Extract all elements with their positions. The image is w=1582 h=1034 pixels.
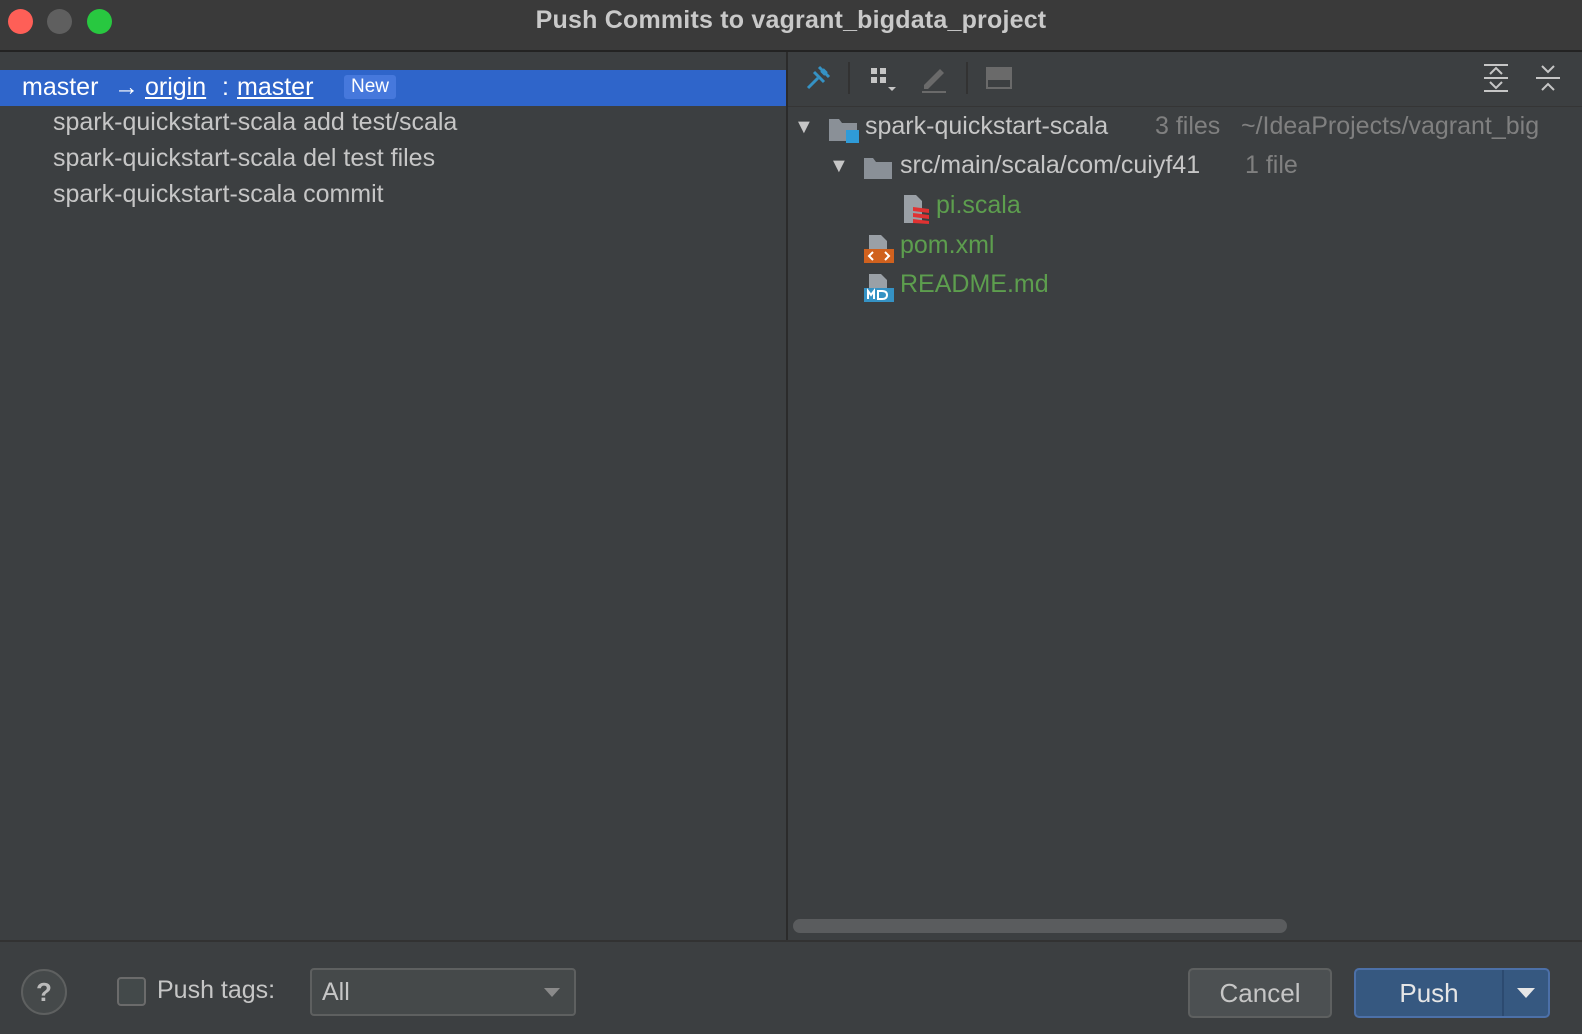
module-path: ~/IdeaProjects/vagrant_big	[1241, 112, 1540, 140]
collapse-all-icon[interactable]	[1530, 60, 1566, 96]
module-folder-icon	[828, 115, 860, 152]
markdown-file-icon	[863, 272, 895, 311]
expand-all-icon[interactable]	[1478, 60, 1514, 96]
edit-icon[interactable]	[916, 60, 952, 96]
tree-node-label: pom.xml	[900, 231, 995, 259]
tree-node-file[interactable]: pom.xml	[788, 231, 1582, 267]
toolbar-separator	[966, 62, 968, 94]
xml-file-icon	[863, 233, 895, 272]
changed-files-tree: ▼ spark-quickstart-scala 3 files ~/IdeaP…	[788, 106, 1582, 916]
push-button-label: Push	[1399, 978, 1459, 1008]
expanded-arrow-icon[interactable]: ▼	[794, 116, 814, 139]
push-tags-select[interactable]: All	[310, 968, 576, 1016]
tree-node-label: README.md	[900, 270, 1049, 298]
folder-icon	[863, 154, 893, 189]
scala-file-icon	[901, 193, 931, 232]
local-branch-label: master	[22, 73, 99, 101]
window-title: Push Commits to vagrant_bigdata_project	[535, 6, 1047, 34]
commit-item[interactable]: spark-quickstart-scala commit	[53, 180, 384, 209]
tree-node-label: pi.scala	[936, 191, 1021, 219]
changes-pane: ▼ spark-quickstart-scala 3 files ~/IdeaP…	[788, 52, 1582, 940]
remote-link[interactable]: origin	[145, 73, 206, 102]
commit-item[interactable]: spark-quickstart-scala add test/scala	[53, 108, 457, 137]
commit-item[interactable]: spark-quickstart-scala del test files	[53, 144, 435, 173]
expanded-arrow-icon[interactable]: ▼	[829, 155, 849, 178]
tree-node-file[interactable]: README.md	[788, 270, 1582, 306]
group-by-icon[interactable]	[866, 60, 902, 96]
help-button[interactable]: ?	[21, 969, 67, 1015]
tree-node-module[interactable]: ▼ spark-quickstart-scala 3 files ~/IdeaP…	[788, 112, 1582, 148]
push-button[interactable]: Push	[1354, 968, 1550, 1018]
pin-icon[interactable]	[800, 60, 836, 96]
push-commits-dialog: Push Commits to vagrant_bigdata_project …	[0, 0, 1582, 1034]
push-tags-checkbox[interactable]	[117, 977, 146, 1006]
file-count: 3 files	[1155, 112, 1221, 140]
toolbar-separator	[848, 62, 850, 94]
tree-node-label: spark-quickstart-scala	[865, 112, 1109, 140]
title-bar: Push Commits to vagrant_bigdata_project	[0, 0, 1582, 52]
commit-list-pane: master → origin : master New spark-quick…	[0, 52, 788, 940]
cancel-button[interactable]: Cancel	[1188, 968, 1332, 1018]
chevron-down-icon	[544, 988, 560, 997]
push-options-dropdown-icon[interactable]	[1504, 970, 1548, 1016]
push-tags-label: Push tags:	[157, 976, 276, 1004]
file-count: 1 file	[1245, 151, 1298, 179]
tree-node-label: src/main/scala/com/cuiyf41	[900, 151, 1201, 179]
horizontal-scrollbar[interactable]	[793, 919, 1287, 933]
dialog-footer: ? Push tags: All Cancel Push	[0, 940, 1582, 1034]
new-branch-badge: New	[344, 75, 397, 99]
changes-toolbar	[788, 52, 1582, 107]
arrow-right-icon: →	[114, 73, 139, 101]
branch-separator: :	[222, 73, 229, 101]
tree-node-file[interactable]: pi.scala	[788, 191, 1582, 227]
push-target-row[interactable]: master → origin : master New	[0, 70, 786, 106]
remote-branch-link[interactable]: master	[237, 73, 313, 102]
tree-node-folder[interactable]: ▼ src/main/scala/com/cuiyf41 1 file	[788, 151, 1582, 187]
preview-icon[interactable]	[981, 60, 1017, 96]
push-tags-value: All	[322, 978, 350, 1006]
